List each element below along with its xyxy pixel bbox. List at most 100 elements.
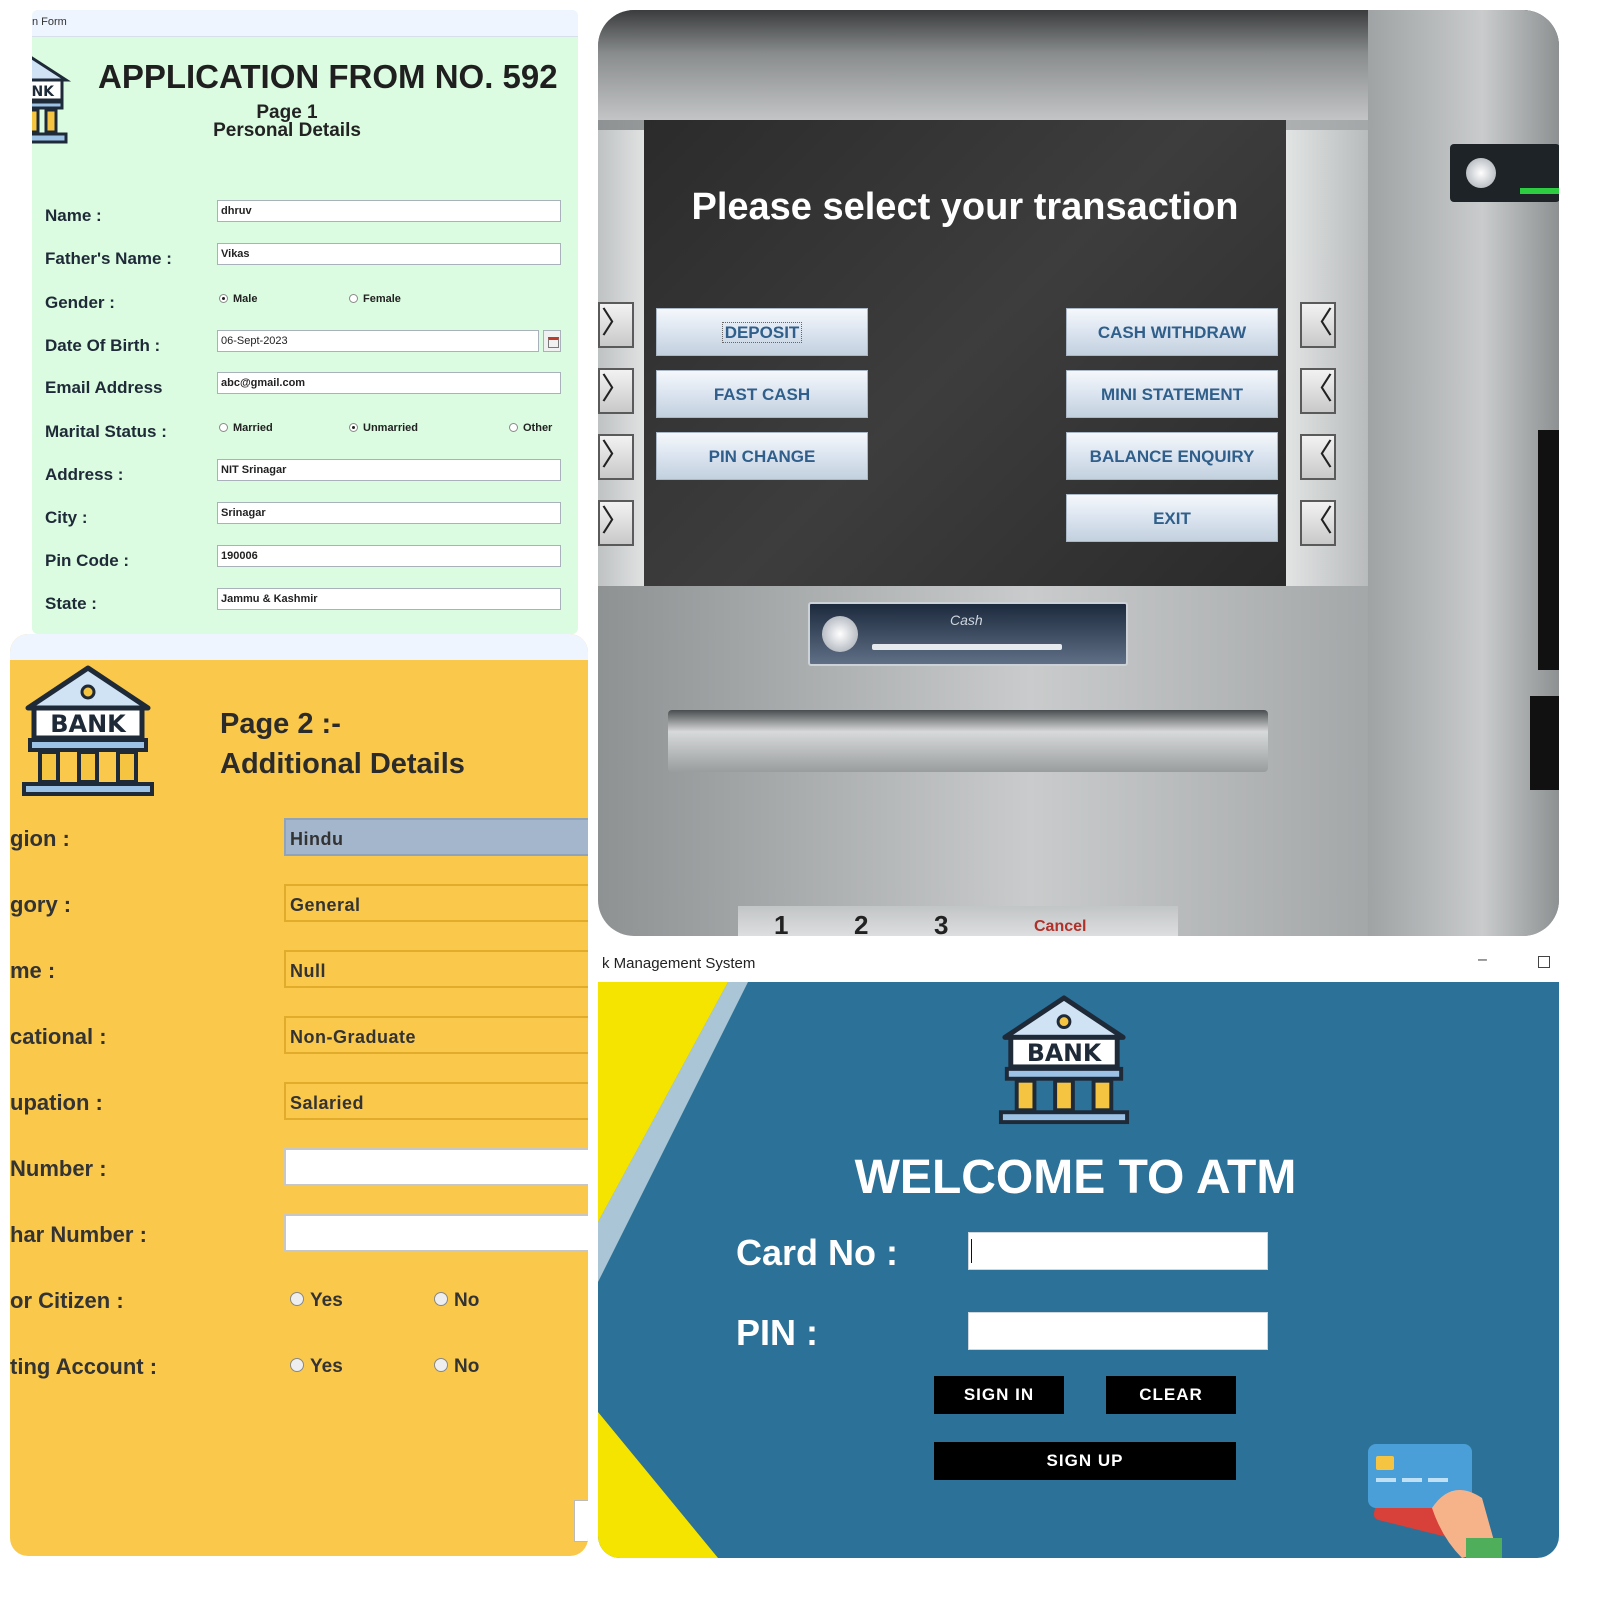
radio-label: Yes (310, 1356, 343, 1377)
pin-label: PIN : (736, 1312, 819, 1353)
father-name-label: Father's Name : (45, 249, 172, 268)
pan-number-input[interactable] (284, 1148, 588, 1186)
card-number-input[interactable] (968, 1232, 1268, 1270)
education-select[interactable]: Non-Graduate (284, 1016, 588, 1054)
cash-dispenser (668, 710, 1268, 772)
name-row: Name : dhruv (45, 200, 565, 230)
side-arrow-left-icon[interactable]: 〈 (1300, 500, 1336, 546)
login-body: BANK WELCOME TO ATM Card No : PIN : SIGN… (598, 982, 1559, 1558)
name-label: Name : (45, 206, 102, 225)
window-titlebar: n Form (32, 10, 578, 37)
page2-subheading: Additional Details (220, 748, 465, 780)
senior-citizen-no-radio[interactable]: No (434, 1290, 479, 1312)
pin-code-row: Pin Code : 190006 (45, 545, 565, 575)
keypad-key[interactable]: 3 (934, 910, 948, 936)
dob-input[interactable]: 06-Sept-2023 (217, 330, 539, 352)
radio-icon (509, 423, 518, 432)
pin-code-input[interactable]: 190006 (217, 545, 561, 567)
email-input[interactable]: abc@gmail.com (217, 372, 561, 394)
side-arrow-right-icon[interactable]: 〉 (598, 434, 634, 480)
welcome-heading: WELCOME TO ATM (854, 1151, 1297, 1204)
side-arrow-right-icon[interactable]: 〉 (598, 368, 634, 414)
address-input[interactable]: NIT Srinagar (217, 459, 561, 481)
window-title: k Management System (602, 955, 756, 972)
religion-label: gion : (10, 826, 70, 851)
pin-input[interactable] (968, 1312, 1268, 1350)
education-label: cational : (10, 1024, 107, 1049)
side-arrow-left-icon[interactable]: 〈 (1300, 434, 1336, 480)
keypad-key[interactable]: 1 (774, 910, 788, 936)
cash-withdraw-button[interactable]: CASH WITHDRAW (1066, 308, 1278, 356)
radio-label: Unmarried (363, 422, 419, 434)
window-title: n Form (32, 16, 67, 28)
existing-account-yes-radio[interactable]: Yes (290, 1356, 343, 1378)
email-label: Email Address (45, 378, 163, 397)
radio-icon (434, 1292, 448, 1306)
aadhar-number-input[interactable] (284, 1214, 588, 1252)
calendar-icon[interactable] (543, 330, 561, 352)
side-slot (1530, 696, 1559, 790)
senior-citizen-label: or Citizen : (10, 1288, 124, 1313)
senior-citizen-yes-radio[interactable]: Yes (290, 1290, 343, 1312)
category-label: gory : (10, 892, 72, 917)
window-titlebar: k Management System – (598, 946, 1559, 982)
gender-male-radio[interactable]: Male (219, 293, 257, 305)
income-select[interactable]: Null (284, 950, 588, 988)
city-label: City : (45, 508, 88, 527)
clear-button[interactable]: CLEAR (1106, 1376, 1236, 1414)
card-reader-light (1520, 188, 1559, 194)
side-arrow-right-icon[interactable]: 〉 (598, 500, 634, 546)
radio-icon (290, 1358, 304, 1372)
dob-row: Date Of Birth : 06-Sept-2023 (45, 330, 565, 360)
atm-right-panel (1368, 10, 1559, 936)
exit-button[interactable]: EXIT (1066, 494, 1278, 542)
transaction-prompt: Please select your transaction (691, 186, 1239, 228)
button-label: DEPOSIT (721, 322, 803, 343)
occupation-select[interactable]: Salaried (284, 1082, 588, 1120)
deposit-button[interactable]: DEPOSIT (656, 308, 868, 356)
card-number-label: Card No : (736, 1232, 898, 1273)
side-arrow-right-icon[interactable]: 〉 (598, 302, 634, 348)
radio-label: Female (363, 293, 401, 305)
marital-unmarried-radio[interactable]: Unmarried (349, 422, 418, 434)
marital-married-radio[interactable]: Married (219, 422, 273, 434)
email-row: Email Address abc@gmail.com (45, 372, 565, 402)
application-form-page2: BANK Page 2 :- Additional Details gion :… (10, 634, 588, 1556)
state-label: State : (45, 594, 97, 613)
religion-select[interactable]: Hindu (284, 818, 588, 856)
state-row: State : Jammu & Kashmir (45, 588, 565, 618)
mini-statement-button[interactable]: MINI STATEMENT (1066, 370, 1278, 418)
bank-logo-icon: BANK (998, 995, 1130, 1125)
keypad-cancel-key[interactable]: Cancel (1034, 918, 1086, 936)
radio-label: Other (523, 422, 553, 434)
next-button-edge[interactable] (574, 1500, 588, 1542)
sign-up-button[interactable]: SIGN UP (934, 1442, 1236, 1480)
minimize-icon[interactable]: – (1478, 951, 1487, 969)
bank-logo-text: BANK (32, 84, 55, 100)
pin-change-button[interactable]: PIN CHANGE (656, 432, 868, 480)
father-name-input[interactable]: Vikas (217, 243, 561, 265)
existing-account-no-radio[interactable]: No (434, 1356, 479, 1378)
gender-female-radio[interactable]: Female (349, 293, 401, 305)
aadhar-number-row: har Number : (10, 1214, 588, 1254)
fast-cash-button[interactable]: FAST CASH (656, 370, 868, 418)
state-input[interactable]: Jammu & Kashmir (217, 588, 561, 610)
occupation-row: upation : Salaried (10, 1082, 588, 1122)
radio-icon (219, 423, 228, 432)
keypad-key[interactable]: 2 (854, 910, 868, 936)
marital-other-radio[interactable]: Other (509, 422, 552, 434)
maximize-icon[interactable] (1538, 956, 1550, 968)
pan-number-label: Number : (10, 1156, 107, 1181)
balance-enquiry-button[interactable]: BALANCE ENQUIRY (1066, 432, 1278, 480)
senior-citizen-row: or Citizen : Yes No (10, 1280, 588, 1320)
city-input[interactable]: Srinagar (217, 502, 561, 524)
name-input[interactable]: dhruv (217, 200, 561, 222)
sign-in-button[interactable]: SIGN IN (934, 1376, 1064, 1414)
side-arrow-left-icon[interactable]: 〈 (1300, 368, 1336, 414)
side-arrow-left-icon[interactable]: 〈 (1300, 302, 1336, 348)
globe-icon (822, 616, 858, 652)
category-select[interactable]: General (284, 884, 588, 922)
radio-label: No (454, 1356, 480, 1377)
window-titlebar (10, 634, 588, 660)
card-reader (1450, 144, 1559, 202)
